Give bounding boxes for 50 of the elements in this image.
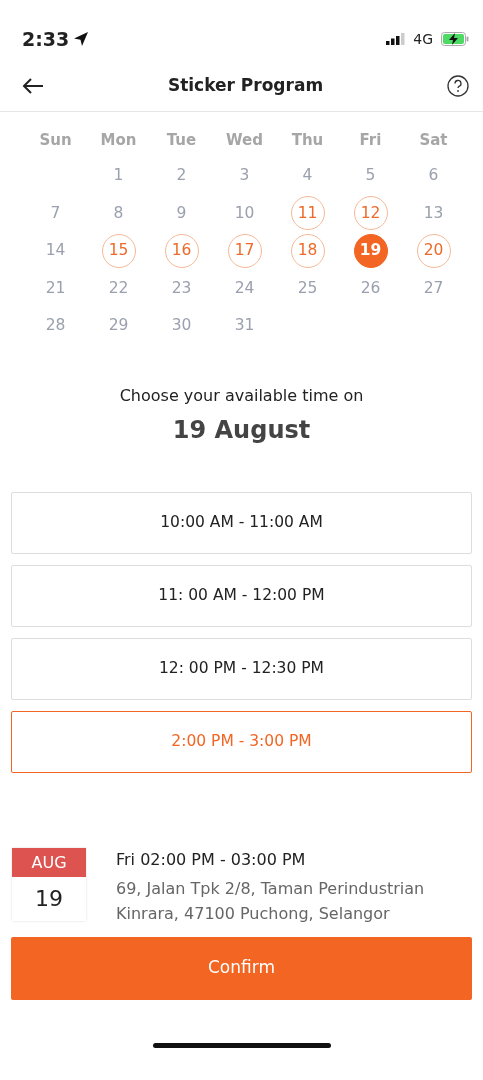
selected-date[interactable]: 19 bbox=[353, 233, 388, 268]
calendar-date: 31 bbox=[233, 315, 256, 337]
calendar-date: 14 bbox=[44, 240, 67, 262]
appointment-time: Fri 02:00 PM - 03:00 PM bbox=[116, 848, 307, 871]
calendar-date: 2 bbox=[175, 165, 188, 187]
calendar-date: 21 bbox=[44, 277, 67, 299]
time-slot-button[interactable]: 2:00 PM - 3:00 PM bbox=[11, 710, 472, 773]
weekday-label: Wed bbox=[225, 130, 264, 151]
location-arrow-icon bbox=[73, 31, 90, 47]
calendar-date: 8 bbox=[112, 202, 125, 224]
calendar-date: 10 bbox=[233, 202, 256, 224]
confirm-button[interactable]: Confirm bbox=[11, 936, 472, 1000]
day-number: 19 bbox=[34, 884, 64, 913]
calendar-date: 13 bbox=[422, 202, 445, 224]
calendar-date: 6 bbox=[427, 165, 440, 187]
calendar-date: 25 bbox=[296, 277, 319, 299]
weekday-label: Tue bbox=[165, 130, 198, 151]
weekday-label: Mon bbox=[99, 130, 138, 151]
status-time: 2:33 bbox=[22, 26, 70, 52]
calendar-date: 5 bbox=[364, 165, 377, 187]
calendar-date: 30 bbox=[170, 315, 193, 337]
address-text: 69, Jalan Tpk 2/8, Taman Perindustrian Kinrara, 47100 Puchong, Selangor bbox=[116, 877, 426, 926]
page-title: Sticker Program bbox=[167, 73, 324, 97]
time-slot-button[interactable]: 12: 00 PM - 12:30 PM bbox=[11, 637, 472, 700]
calendar-date: 23 bbox=[170, 277, 193, 299]
weekday-label: Fri bbox=[358, 130, 383, 151]
weekday-label: Thu bbox=[290, 130, 325, 151]
calendar-date: 26 bbox=[359, 277, 382, 299]
time-slot-button[interactable]: 10:00 AM - 11:00 AM bbox=[11, 491, 472, 554]
back-arrow-icon[interactable] bbox=[22, 76, 44, 95]
signal-icon bbox=[386, 33, 406, 45]
calendar-date: 24 bbox=[233, 277, 256, 299]
calendar-date: 7 bbox=[49, 202, 62, 224]
battery-charging-icon bbox=[441, 32, 469, 46]
calendar-date: 22 bbox=[107, 277, 130, 299]
chosen-date: 19 August bbox=[171, 414, 312, 446]
network-label: 4G bbox=[413, 29, 433, 49]
prompt-text: Choose your available time on bbox=[118, 384, 365, 407]
calendar-date: 1 bbox=[112, 165, 125, 187]
help-icon[interactable] bbox=[447, 74, 469, 97]
calendar-date: 4 bbox=[301, 165, 314, 187]
calendar-date: 29 bbox=[107, 315, 130, 337]
calendar-date: 9 bbox=[175, 202, 188, 224]
calendar-date: 3 bbox=[238, 165, 251, 187]
time-slot-button[interactable]: 11: 00 AM - 12:00 PM bbox=[11, 564, 472, 627]
calendar-date: 28 bbox=[44, 315, 67, 337]
month-label: AUG bbox=[12, 847, 86, 877]
calendar-date: 27 bbox=[422, 277, 445, 299]
weekday-label: Sun bbox=[38, 130, 73, 151]
weekday-label: Sat bbox=[418, 130, 449, 151]
